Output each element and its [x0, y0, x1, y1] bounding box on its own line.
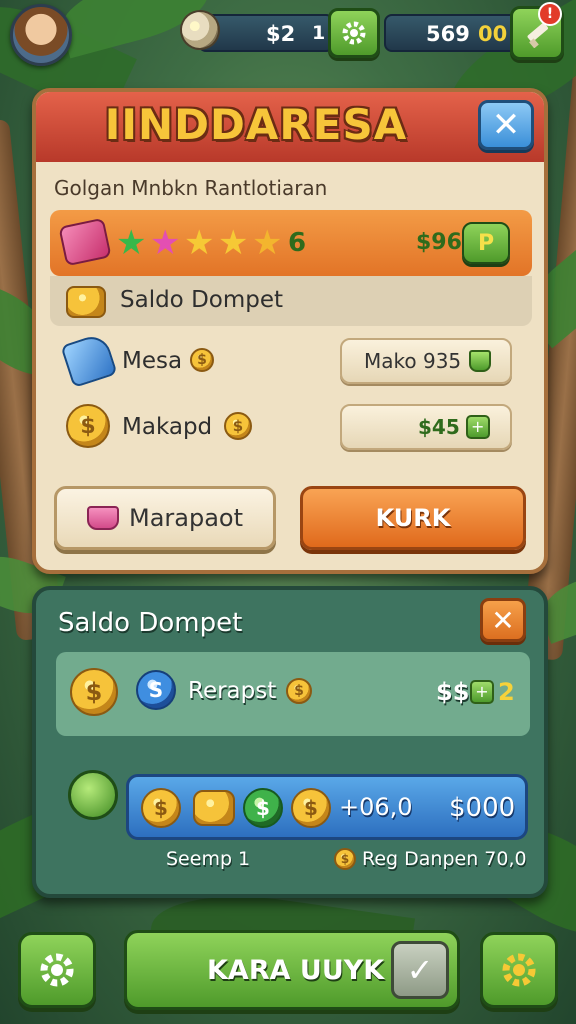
gold-star-icon: ★	[218, 223, 249, 263]
notification-badge: !	[538, 2, 562, 26]
main-action-button[interactable]: KARA UUYK ✓	[124, 930, 460, 1010]
wallet-balance-row: $ S Rerapst $ $$ + 2	[56, 652, 530, 736]
item1-button-label: Mako 935	[364, 349, 462, 373]
gear-icon	[502, 953, 536, 987]
check-icon: ✓	[406, 951, 434, 989]
item2-button-label: $45	[418, 415, 460, 439]
coin-icon: $	[190, 348, 214, 372]
wallet-footer-left: Seemp 1	[166, 848, 251, 870]
settings-button[interactable]	[18, 932, 96, 1008]
shop-panel-header: IINDDARESA ✕	[36, 92, 544, 162]
gold-star-icon: ★	[184, 223, 215, 263]
top-price: $96	[416, 230, 462, 255]
reward-bar-value1: +06,0	[339, 793, 413, 821]
coin-icon: $	[286, 678, 312, 704]
options-button[interactable]	[480, 932, 558, 1008]
green-star-icon: ★	[116, 223, 147, 263]
green-cup-icon	[469, 350, 492, 372]
settings-add-button[interactable]	[328, 8, 380, 58]
close-button[interactable]: ✕	[478, 100, 534, 150]
wallet-close-button[interactable]: ✕	[480, 598, 526, 642]
top-price-icon-text: P	[477, 230, 495, 256]
currency2-suffix: 00	[478, 22, 508, 46]
dollar-coin-icon: $	[291, 788, 331, 828]
wallet-footer-right: Reg Danpen 70,0	[362, 848, 527, 870]
primary-button-label: KURK	[375, 504, 451, 532]
top-resource-bar: $2 1 569 00 !	[0, 0, 576, 80]
secondary-button-label: Marapaot	[128, 504, 244, 532]
primary-button[interactable]: KURK	[300, 486, 526, 550]
gear-icon	[342, 21, 366, 45]
plus-icon: +	[465, 415, 490, 439]
wallet-panel-title: Saldo Dompet	[58, 608, 243, 638]
pink-star-icon: ★	[150, 223, 181, 263]
wallet-row-label: Rerapst	[188, 678, 277, 704]
wallet-panel: Saldo Dompet ✕ $ S Rerapst $ $$ + 2 $ $ …	[32, 586, 548, 898]
wallet-add-button[interactable]: +	[470, 680, 494, 704]
wallet-row-count: 2	[498, 678, 515, 706]
blue-bell-icon	[60, 331, 118, 389]
shop-panel-title: IINDDARESA	[104, 100, 408, 149]
dollar-coin-icon: $	[70, 668, 118, 716]
wallet-row-value: $$	[436, 678, 470, 706]
item2-buy-button[interactable]: $45 +	[340, 404, 512, 450]
dollar-coin-icon: $	[141, 788, 181, 828]
currency1-value: $2	[266, 22, 296, 46]
coin-stack-icon	[193, 790, 235, 826]
green-coin-icon: $	[243, 788, 283, 828]
pink-basket-icon	[86, 506, 119, 530]
wallet-label: Saldo Dompet	[120, 287, 284, 313]
top-price-button[interactable]: P	[462, 222, 510, 264]
currency1-count: 1	[312, 22, 326, 44]
wallet-row: Saldo Dompet	[50, 276, 532, 326]
main-action-label: KARA UUYK	[207, 954, 385, 986]
green-leaf-icon	[68, 770, 118, 820]
dollar-coin-icon: $	[66, 404, 110, 448]
currency-bar-2: 569 00	[384, 14, 526, 52]
coin-icon: $	[224, 412, 252, 440]
blue-coin-icon: S	[136, 670, 176, 710]
reward-bar[interactable]: $ $ $ +06,0 $000	[126, 774, 528, 840]
reward-bar-value2: $000	[449, 793, 516, 823]
gold-star-icon: ★	[252, 223, 283, 263]
shop-panel: IINDDARESA ✕ Golgan Mnbkn Rantlotiaran ★…	[32, 88, 548, 574]
confirm-check-button[interactable]: ✓	[391, 941, 449, 999]
rating-row[interactable]: ★ ★ ★ ★ ★ 6 $96 P	[50, 210, 532, 276]
secondary-button[interactable]: Marapaot	[54, 486, 276, 550]
player-avatar[interactable]	[10, 4, 72, 66]
item2-label: Makapd	[122, 414, 213, 440]
close-icon: ✕	[491, 105, 521, 145]
shop-panel-subtitle: Golgan Mnbkn Rantlotiaran	[54, 176, 328, 200]
coin-stack-icon	[66, 286, 106, 318]
gear-icon	[40, 953, 74, 987]
close-icon: ✕	[491, 603, 515, 637]
star-count: 6	[288, 228, 307, 258]
item1-buy-button[interactable]: Mako 935	[340, 338, 512, 384]
coin-icon: $	[334, 848, 356, 870]
item1-label: Mesa	[122, 348, 183, 374]
pink-gem-icon	[58, 217, 112, 267]
currency2-value: 569	[426, 22, 470, 46]
